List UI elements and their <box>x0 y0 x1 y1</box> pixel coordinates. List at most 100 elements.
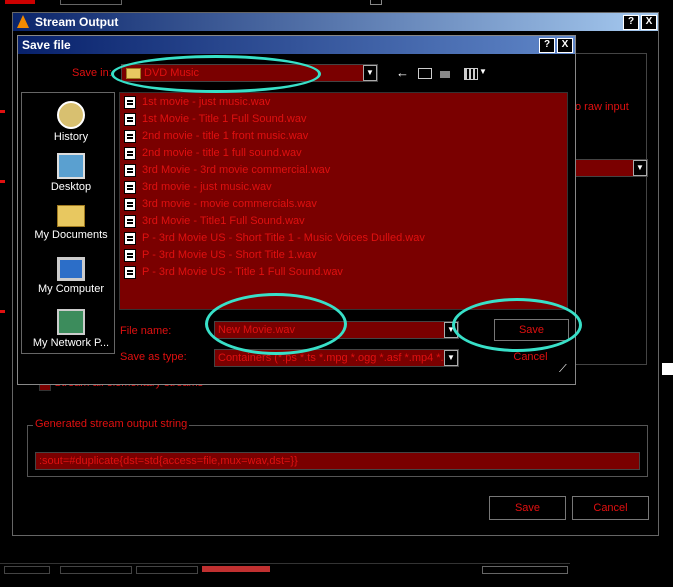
help-button[interactable]: ? <box>623 15 639 30</box>
output-string-value: :sout=#duplicate{dst=std{access=file,mux… <box>39 455 298 467</box>
place-desktop[interactable]: Desktop <box>22 153 120 193</box>
place-my-computer[interactable]: My Computer <box>22 257 120 295</box>
file-list[interactable]: 1st movie - just music.wav 1st Movie - T… <box>119 92 568 310</box>
save-file-title: Save file <box>22 38 71 52</box>
wav-file-icon <box>124 163 136 177</box>
close-button[interactable]: X <box>641 15 657 30</box>
wav-file-icon <box>124 248 136 262</box>
chevron-down-icon[interactable]: ▼ <box>444 322 458 338</box>
history-icon <box>57 101 85 129</box>
output-string-field[interactable]: :sout=#duplicate{dst=std{access=file,mux… <box>35 452 640 470</box>
stream-output-titlebar: Stream Output ? X <box>13 13 658 31</box>
view-menu-icon[interactable] <box>464 68 478 80</box>
wav-file-icon <box>124 231 136 245</box>
up-folder-icon[interactable] <box>418 68 432 79</box>
taskbar-item[interactable] <box>4 566 50 574</box>
tray-icons <box>482 566 568 574</box>
wav-file-icon <box>124 214 136 228</box>
dialog-cancel-button[interactable]: Cancel <box>494 347 567 367</box>
wav-file-icon <box>124 112 136 126</box>
place-my-documents-label: My Documents <box>34 229 108 241</box>
dialog-close-button[interactable]: X <box>557 38 573 53</box>
wav-file-icon <box>124 180 136 194</box>
file-name: 2nd movie - title 1 full sound.wav <box>142 147 302 159</box>
desktop-icon <box>57 153 85 179</box>
file-name: 3rd Movie - 3rd movie commercial.wav <box>142 164 331 176</box>
dialog-save-button[interactable]: Save <box>494 319 569 341</box>
file-name: P - 3rd Movie US - Short Title 1 - Music… <box>142 232 425 244</box>
list-item[interactable]: 2nd movie - title 1 full sound.wav <box>120 145 302 162</box>
left-edge-marks <box>0 110 8 340</box>
wav-file-icon <box>124 146 136 160</box>
chevron-down-icon[interactable]: ▼ <box>363 65 377 81</box>
top-strip <box>0 0 673 10</box>
taskbar-item-active[interactable] <box>202 566 270 572</box>
place-history-label: History <box>53 131 89 143</box>
save-in-value: DVD Music <box>144 67 200 79</box>
list-item[interactable]: P - 3rd Movie US - Title 1 Full Sound.wa… <box>120 264 343 281</box>
list-item[interactable]: P - 3rd Movie US - Short Title 1 - Music… <box>120 230 425 247</box>
file-name: 1st movie - just music.wav <box>142 96 271 108</box>
top-strip-block <box>5 0 35 4</box>
my-documents-icon <box>57 205 85 227</box>
list-item[interactable]: 3rd Movie - Title1 Full Sound.wav <box>120 213 305 230</box>
list-item[interactable]: 1st Movie - Title 1 Full Sound.wav <box>120 111 306 128</box>
folder-icon <box>126 68 141 79</box>
edge-mark <box>0 180 5 183</box>
place-my-computer-label: My Computer <box>37 283 105 295</box>
outer-group-frame-top <box>568 53 647 365</box>
taskbar <box>0 563 570 576</box>
list-item[interactable]: 1st movie - just music.wav <box>120 94 270 111</box>
right-edge-white-box <box>662 363 673 375</box>
chevron-down-icon[interactable]: ▼ <box>444 350 458 366</box>
save-file-dialog: Save file ? X Save in: DVD Music ▼ ← ▼ H… <box>17 35 576 385</box>
view-menu-chevron-icon[interactable]: ▼ <box>479 67 487 76</box>
wav-file-icon <box>124 197 136 211</box>
save-file-titlebar: Save file ? X <box>18 36 575 54</box>
list-item[interactable]: 2nd movie - title 1 front music.wav <box>120 128 308 145</box>
raw-input-label: o raw input <box>575 101 629 113</box>
save-in-dropdown[interactable]: DVD Music ▼ <box>121 64 378 82</box>
file-name: 2nd movie - title 1 front music.wav <box>142 130 309 142</box>
save-in-label: Save in: <box>72 67 112 79</box>
save-as-type-label: Save as type: <box>120 351 187 363</box>
file-name-value: New Movie.wav <box>218 324 296 336</box>
edge-mark <box>0 110 5 113</box>
my-computer-icon <box>57 257 85 281</box>
list-item[interactable]: 3rd movie - just music.wav <box>120 179 272 196</box>
back-arrow-icon[interactable]: ← <box>396 65 409 80</box>
place-my-documents[interactable]: My Documents <box>22 205 120 241</box>
list-item[interactable]: P - 3rd Movie US - Short Title 1.wav <box>120 247 317 264</box>
list-item[interactable]: 3rd movie - movie commercials.wav <box>120 196 317 213</box>
file-name: 3rd movie - just music.wav <box>142 181 272 193</box>
taskbar-item[interactable] <box>60 566 132 574</box>
stream-output-title: Stream Output <box>35 15 119 29</box>
wav-file-icon <box>124 265 136 279</box>
save-as-type-dropdown[interactable]: Containers (*.ps *.ts *.mpg *.ogg *.asf … <box>214 349 459 367</box>
top-strip-block <box>370 0 382 5</box>
chevron-down-icon[interactable]: ▼ <box>633 160 647 176</box>
place-history[interactable]: History <box>22 101 120 143</box>
outer-save-button[interactable]: Save <box>489 496 566 520</box>
file-name: P - 3rd Movie US - Title 1 Full Sound.wa… <box>142 266 343 278</box>
vlc-cone-icon <box>17 15 29 28</box>
outer-dropdown[interactable]: ▼ <box>568 159 648 177</box>
taskbar-item[interactable] <box>136 566 198 574</box>
place-my-network[interactable]: My Network P... <box>22 309 120 349</box>
wav-file-icon <box>124 129 136 143</box>
file-name-label: File name: <box>120 325 172 337</box>
place-desktop-label: Desktop <box>50 181 92 193</box>
file-name: P - 3rd Movie US - Short Title 1.wav <box>142 249 317 261</box>
places-bar: History Desktop My Documents My Computer… <box>21 92 115 354</box>
my-network-icon <box>57 309 85 335</box>
list-item[interactable]: 3rd Movie - 3rd movie commercial.wav <box>120 162 330 179</box>
edge-mark <box>0 310 5 313</box>
file-name-input[interactable]: New Movie.wav ▼ <box>214 321 459 339</box>
place-my-network-label: My Network P... <box>32 337 110 349</box>
file-name: 3rd Movie - Title1 Full Sound.wav <box>142 215 305 227</box>
dialog-help-button[interactable]: ? <box>539 38 555 53</box>
outer-cancel-button[interactable]: Cancel <box>572 496 649 520</box>
file-name: 1st Movie - Title 1 Full Sound.wav <box>142 113 307 125</box>
resize-grip-icon[interactable]: ⟋ <box>559 363 567 376</box>
new-folder-icon[interactable] <box>440 71 450 78</box>
